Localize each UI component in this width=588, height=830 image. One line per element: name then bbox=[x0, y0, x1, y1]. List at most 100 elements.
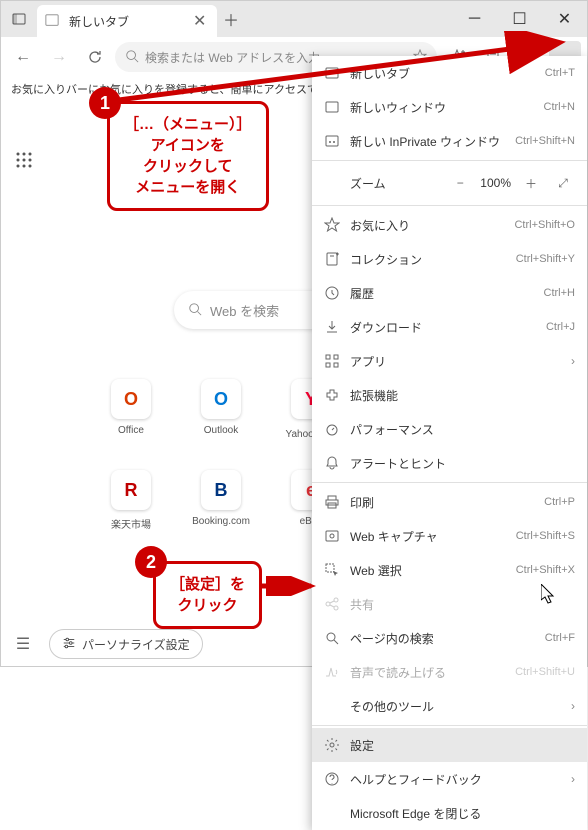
inprivate-icon bbox=[324, 133, 340, 149]
menu-item-label: ページ内の検索 bbox=[350, 630, 535, 647]
bottom-bar: ☰ パーソナライズ設定 bbox=[7, 628, 203, 660]
settings-menu: 新しいタブ Ctrl+T 新しいウィンドウCtrl+N新しい InPrivate ウ… bbox=[312, 56, 587, 830]
gear-icon bbox=[324, 737, 340, 753]
menu-item[interactable]: 新しいタブ Ctrl+T bbox=[312, 56, 587, 90]
chevron-right-icon: › bbox=[571, 699, 575, 713]
menu-shortcut: Ctrl+Shift+X bbox=[516, 564, 575, 576]
forward-button[interactable]: → bbox=[43, 41, 75, 73]
tab-title: 新しいタブ bbox=[69, 13, 193, 30]
menu-item[interactable]: Microsoft Edge を閉じる bbox=[312, 796, 587, 830]
menu-item-label: ヘルプとフィードバック bbox=[350, 771, 561, 788]
menu-zoom-row: ズーム−100%＋⤢ bbox=[312, 163, 587, 203]
menu-item[interactable]: お気に入り Ctrl+Shift+O bbox=[312, 208, 587, 242]
hamburger-icon[interactable]: ☰ bbox=[7, 628, 39, 660]
menu-item[interactable]: その他のツール › bbox=[312, 689, 587, 723]
sliders-icon bbox=[62, 636, 76, 653]
menu-shortcut: Ctrl+Shift+O bbox=[514, 219, 575, 231]
minimize-button[interactable]: ─ bbox=[452, 1, 497, 37]
close-icon[interactable]: ✕ bbox=[193, 11, 209, 31]
back-button[interactable]: ← bbox=[7, 41, 39, 73]
tab-actions-icon[interactable] bbox=[1, 11, 37, 27]
favicon-icon bbox=[45, 13, 61, 29]
menu-item[interactable]: Web キャプチャCtrl+Shift+S bbox=[312, 519, 587, 553]
annotation-callout-2: ［設定］を クリック bbox=[153, 561, 262, 629]
address-placeholder: 検索または Web アドレスを入力 bbox=[145, 49, 320, 66]
menu-item[interactable]: 拡張機能 bbox=[312, 378, 587, 412]
annotation-badge-2: 2 bbox=[135, 546, 167, 578]
history-icon bbox=[324, 285, 340, 301]
zoom-in-button[interactable]: ＋ bbox=[519, 175, 543, 192]
menu-item-label: Web キャプチャ bbox=[350, 528, 506, 545]
window-controls: ─ ☐ ✕ bbox=[452, 1, 587, 37]
menu-item[interactable]: ダウンロード Ctrl+J bbox=[312, 310, 587, 344]
quick-link-tile[interactable]: OOutlook bbox=[191, 379, 251, 440]
menu-item-label: 音声で読み上げる bbox=[350, 664, 505, 681]
menu-item[interactable]: Web 選択Ctrl+Shift+X bbox=[312, 553, 587, 587]
menu-item-label: コレクション bbox=[350, 251, 506, 268]
menu-item: 音声で読み上げる Ctrl+Shift+U bbox=[312, 655, 587, 689]
menu-item-label: アプリ bbox=[350, 353, 561, 370]
tile-icon: O bbox=[201, 379, 241, 419]
menu-shortcut: Ctrl+J bbox=[546, 321, 575, 333]
menu-item-label: お気に入り bbox=[350, 217, 504, 234]
tile-icon: R bbox=[111, 470, 151, 510]
menu-item-label: アラートとヒント bbox=[350, 455, 575, 472]
refresh-button[interactable] bbox=[79, 41, 111, 73]
menu-item[interactable]: ヘルプとフィードバック › bbox=[312, 762, 587, 796]
menu-item[interactable]: アプリ › bbox=[312, 344, 587, 378]
waffle-icon[interactable] bbox=[15, 151, 33, 174]
menu-item-label: Microsoft Edge を閉じる bbox=[350, 805, 575, 822]
menu-item-label: 新しいタブ bbox=[350, 65, 535, 82]
quick-link-tile[interactable]: BBooking.com bbox=[191, 470, 251, 531]
menu-item[interactable]: アラートとヒント bbox=[312, 446, 587, 480]
annotation-badge-1: 1 bbox=[89, 87, 121, 119]
chevron-right-icon: › bbox=[571, 772, 575, 786]
menu-item-label: 新しいウィンドウ bbox=[350, 99, 534, 116]
help-icon bbox=[324, 771, 340, 787]
menu-item-label: その他のツール bbox=[350, 698, 561, 715]
menu-item-label: 拡張機能 bbox=[350, 387, 575, 404]
menu-item[interactable]: 新しいウィンドウCtrl+N bbox=[312, 90, 587, 124]
fullscreen-button[interactable]: ⤢ bbox=[551, 176, 575, 191]
tile-icon: B bbox=[201, 470, 241, 510]
star-icon bbox=[324, 217, 340, 233]
menu-item[interactable]: 履歴 Ctrl+H bbox=[312, 276, 587, 310]
menu-item[interactable]: 印刷 Ctrl+P bbox=[312, 485, 587, 519]
menu-item[interactable]: パフォーマンス bbox=[312, 412, 587, 446]
quick-link-tile[interactable]: R 楽天市場 bbox=[101, 470, 161, 531]
menu-shortcut: Ctrl+Shift+U bbox=[515, 666, 575, 678]
menu-item-label: 印刷 bbox=[350, 494, 534, 511]
menu-shortcut: Ctrl+P bbox=[544, 496, 575, 508]
annotation-callout-1: ［…（メニュー）］ アイコンを クリックして メニューを開く bbox=[107, 101, 269, 211]
menu-shortcut: Ctrl+F bbox=[545, 632, 575, 644]
personalize-button[interactable]: パーソナライズ設定 bbox=[49, 629, 203, 659]
menu-item-label: 履歴 bbox=[350, 285, 534, 302]
zoom-value: 100% bbox=[480, 176, 511, 190]
menu-item[interactable]: 新しい InPrivate ウィンドウCtrl+Shift+N bbox=[312, 124, 587, 158]
quick-link-tile[interactable]: OOffice bbox=[101, 379, 161, 440]
new-tab-button[interactable]: ＋ bbox=[217, 7, 245, 31]
menu-item-label: ダウンロード bbox=[350, 319, 536, 336]
bell-icon bbox=[324, 455, 340, 471]
browser-tab[interactable]: 新しいタブ ✕ bbox=[37, 5, 217, 37]
close-window-button[interactable]: ✕ bbox=[542, 1, 587, 37]
tile-label: 楽天市場 bbox=[111, 516, 151, 531]
menu-shortcut: Ctrl+H bbox=[544, 287, 575, 299]
personalize-label: パーソナライズ設定 bbox=[82, 636, 190, 653]
mouse-cursor bbox=[541, 584, 557, 604]
chevron-right-icon: › bbox=[571, 354, 575, 368]
menu-item[interactable]: コレクション Ctrl+Shift+Y bbox=[312, 242, 587, 276]
read-icon bbox=[324, 664, 340, 680]
menu-item[interactable]: ページ内の検索 Ctrl+F bbox=[312, 621, 587, 655]
select-icon bbox=[324, 562, 340, 578]
search-icon bbox=[188, 302, 202, 319]
menu-shortcut: Ctrl+T bbox=[545, 67, 575, 79]
titlebar: 新しいタブ ✕ ＋ ─ ☐ ✕ bbox=[1, 1, 587, 37]
perf-icon bbox=[324, 421, 340, 437]
tile-label: Office bbox=[118, 425, 144, 436]
search-placeholder: Web を検索 bbox=[210, 301, 279, 320]
menu-shortcut: Ctrl+Shift+Y bbox=[516, 253, 575, 265]
zoom-out-button[interactable]: − bbox=[448, 176, 472, 190]
menu-item[interactable]: 設定 bbox=[312, 728, 587, 762]
maximize-button[interactable]: ☐ bbox=[497, 1, 542, 37]
